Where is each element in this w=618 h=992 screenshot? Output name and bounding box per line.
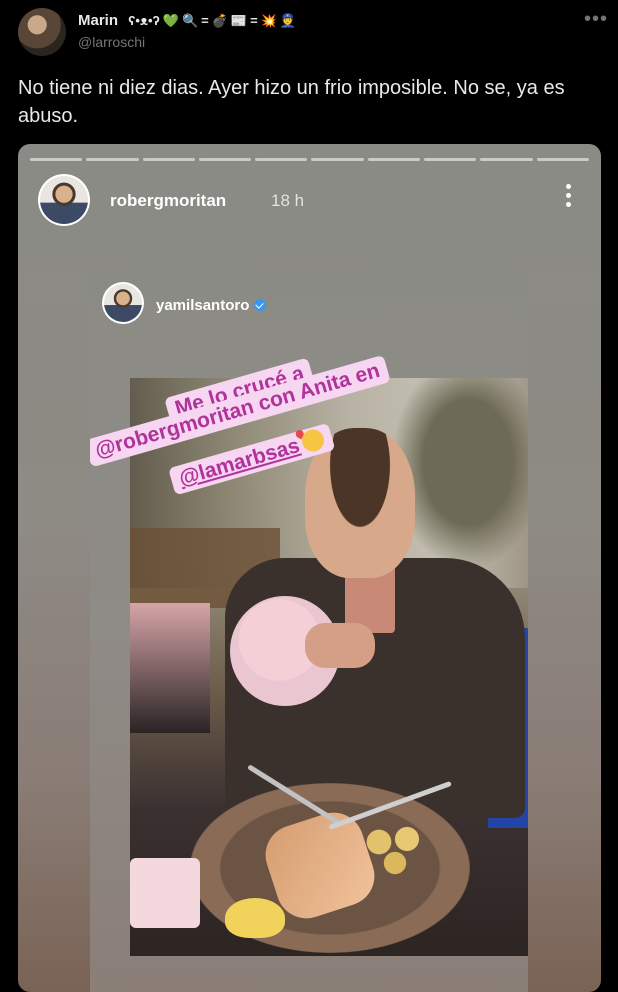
magnifier-emoji: 🔍 (181, 13, 199, 29)
story-progress-segment (255, 158, 308, 161)
newspaper-emoji: 📰 (230, 13, 248, 29)
reshared-username-text[interactable]: yamilsantoro (156, 297, 249, 314)
smiling-face-with-hearts-icon (299, 426, 328, 455)
story-timestamp: 18 h (271, 191, 305, 210)
equals-sign-2: = (250, 13, 258, 29)
reshared-avatar[interactable] (102, 282, 144, 324)
green-heart-emoji: 💚 (162, 13, 179, 29)
story-progress-segment (30, 158, 83, 161)
author-handle[interactable]: @larroschi (78, 34, 145, 50)
photo-potatoes (355, 818, 435, 878)
story-caption: Me lo crucé a @robergmoritan con Anita e… (90, 340, 528, 496)
photo-napkin (130, 858, 200, 928)
police-emoji: 👮 (279, 13, 297, 29)
reshared-avatar-image (104, 284, 142, 322)
story-progress-segment (536, 158, 589, 161)
story-progress-segment (424, 158, 477, 161)
story-progress-segment (198, 158, 252, 161)
tweet-text: No tiene ni diez dias. Ayer hizo un frio… (18, 77, 565, 127)
story-avatar-image (40, 176, 88, 224)
tweet-header: Marin ʕ•ᴥ•ʔ 💚 🔍 = 💣 📰 = 💥 👮 @larroschi •… (18, 8, 608, 58)
story-menu-icon[interactable] (565, 184, 571, 207)
bomb-emoji: 💣 (211, 13, 228, 29)
more-options-icon[interactable]: ••• (584, 9, 608, 29)
equals-sign: = (201, 13, 209, 29)
reshared-story-card[interactable]: yamilsantoro Me lo crucé a @robergmorita… (90, 270, 528, 992)
photo-lemon (225, 898, 285, 938)
story-username[interactable]: robergmoritan (110, 191, 226, 211)
author-display-name[interactable]: Marin ʕ•ᴥ•ʔ 💚 🔍 = 💣 📰 = 💥 👮 (78, 12, 296, 29)
story-progress-segment (480, 158, 533, 161)
author-avatar[interactable] (18, 8, 66, 56)
author-name-text[interactable]: Marin (78, 12, 118, 29)
collision-emoji: 💥 (260, 13, 277, 29)
tweet-media-story-screenshot[interactable]: robergmoritan 18 h yamilsantoro Me lo cr… (18, 144, 601, 992)
verified-badge-icon (254, 299, 267, 311)
story-progress-segment (311, 158, 364, 161)
photo-stroller (130, 603, 210, 733)
story-avatar[interactable] (38, 174, 90, 226)
photo-hand (305, 623, 375, 668)
name-emojis: ʕ•ᴥ•ʔ 💚 🔍 = 💣 📰 = 💥 👮 (128, 13, 296, 29)
bear-face-emoji: ʕ•ᴥ•ʔ (128, 13, 160, 29)
reshared-username[interactable]: yamilsantoro (156, 297, 267, 314)
story-progress-segment (367, 158, 421, 161)
caption-line-2-text[interactable]: @robergmoritan con Anita en (92, 359, 382, 462)
story-progress-bar (30, 158, 589, 161)
story-progress-segment (86, 158, 139, 161)
story-progress-segment (142, 158, 195, 161)
